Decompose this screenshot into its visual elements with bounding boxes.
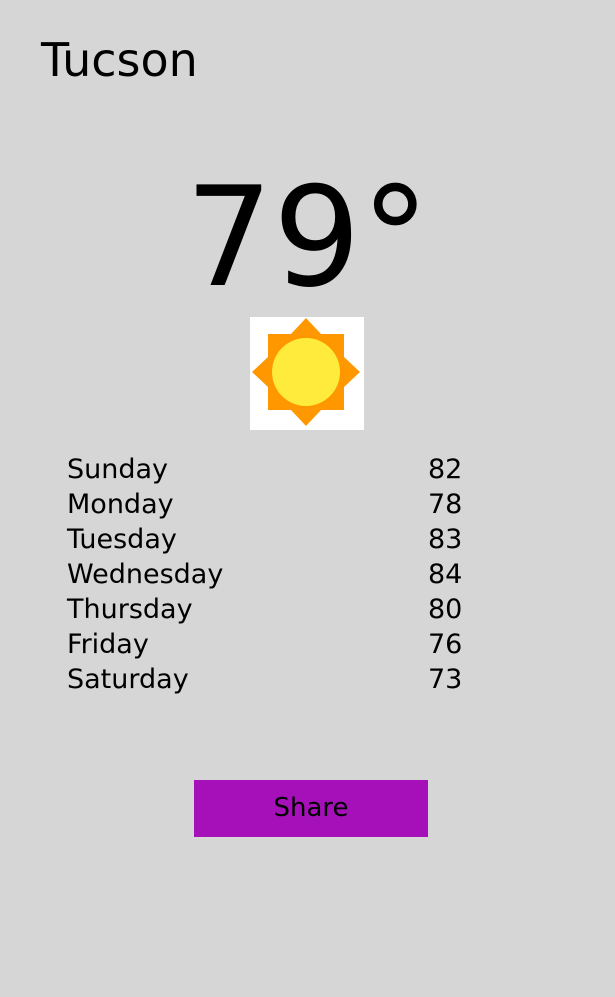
forecast-row: Friday 76 — [67, 627, 467, 662]
forecast-day: Friday — [67, 629, 149, 660]
forecast-high: 78 — [428, 489, 463, 520]
weather-icon-box — [250, 317, 364, 430]
temperature-value: 79 — [185, 157, 361, 318]
sun-core — [272, 338, 340, 406]
forecast-high: 83 — [428, 524, 463, 555]
forecast-row: Sunday 82 — [67, 452, 467, 487]
forecast-day: Monday — [67, 489, 174, 520]
forecast-row: Saturday 73 — [67, 662, 467, 697]
forecast-day: Saturday — [67, 664, 189, 695]
forecast-day: Thursday — [67, 594, 193, 625]
forecast-row: Wednesday 84 — [67, 557, 467, 592]
forecast-high: 73 — [428, 664, 463, 695]
share-button[interactable]: Share — [194, 780, 428, 837]
forecast-high: 76 — [428, 629, 463, 660]
forecast-row: Monday 78 — [67, 487, 467, 522]
city-title: Tucson — [41, 33, 198, 87]
forecast-row: Thursday 80 — [67, 592, 467, 627]
forecast-day: Tuesday — [67, 524, 177, 555]
forecast-row: Tuesday 83 — [67, 522, 467, 557]
sun-icon — [252, 318, 360, 426]
current-temperature: 79° — [0, 165, 615, 310]
forecast-list: Sunday 82 Monday 78 Tuesday 83 Wednesday… — [67, 452, 467, 697]
forecast-high: 84 — [428, 559, 463, 590]
forecast-day: Sunday — [67, 454, 169, 485]
forecast-high: 82 — [428, 454, 463, 485]
forecast-day: Wednesday — [67, 559, 224, 590]
forecast-high: 80 — [428, 594, 463, 625]
degree-symbol: ° — [360, 157, 430, 318]
